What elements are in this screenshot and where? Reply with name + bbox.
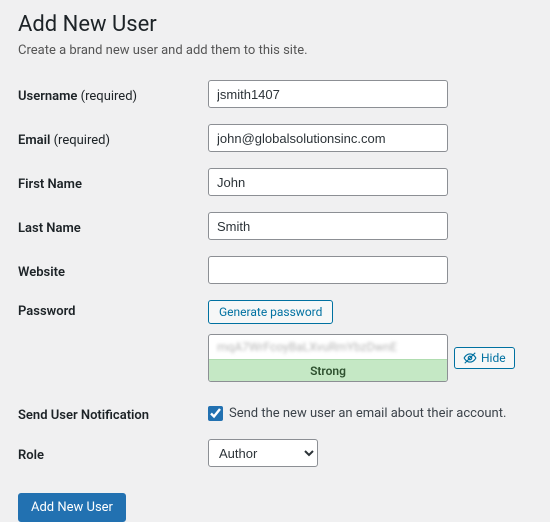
last-name-label: Last Name — [18, 217, 208, 236]
username-label-text: Username — [18, 89, 77, 104]
add-new-user-button[interactable]: Add New User — [18, 493, 126, 522]
first-name-input[interactable] — [208, 168, 448, 196]
generate-password-button[interactable]: Generate password — [208, 300, 333, 324]
notify-checkbox-label: Send the new user an email about their a… — [229, 406, 506, 421]
notify-label: Send User Notification — [18, 404, 208, 423]
email-label-text: Email — [18, 133, 50, 148]
email-label: Email (required) — [18, 129, 208, 148]
email-required: (required) — [54, 133, 110, 148]
username-label: Username (required) — [18, 85, 208, 104]
username-required: (required) — [81, 89, 137, 104]
last-name-input[interactable] — [208, 212, 448, 240]
password-strength: Strong — [209, 359, 447, 381]
page-title: Add New User — [18, 8, 532, 37]
username-input[interactable] — [208, 80, 448, 108]
first-name-label: First Name — [18, 173, 208, 192]
website-label: Website — [18, 261, 208, 280]
notify-checkbox[interactable] — [208, 406, 223, 421]
hide-password-button[interactable]: Hide — [454, 347, 515, 369]
role-label: Role — [18, 444, 208, 463]
eye-slash-icon — [463, 351, 477, 365]
page-subtitle: Create a brand new user and add them to … — [18, 43, 532, 58]
email-input[interactable] — [208, 124, 448, 152]
password-label: Password — [18, 300, 208, 319]
password-value: mqA7WrFcoyBaLXvuRmYbzDwnE — [209, 335, 447, 359]
password-field[interactable]: mqA7WrFcoyBaLXvuRmYbzDwnE Strong — [208, 334, 448, 382]
website-input[interactable] — [208, 256, 448, 284]
hide-label: Hide — [481, 351, 506, 365]
notify-checkbox-wrap[interactable]: Send the new user an email about their a… — [208, 406, 506, 421]
role-select[interactable]: Author — [208, 439, 318, 467]
